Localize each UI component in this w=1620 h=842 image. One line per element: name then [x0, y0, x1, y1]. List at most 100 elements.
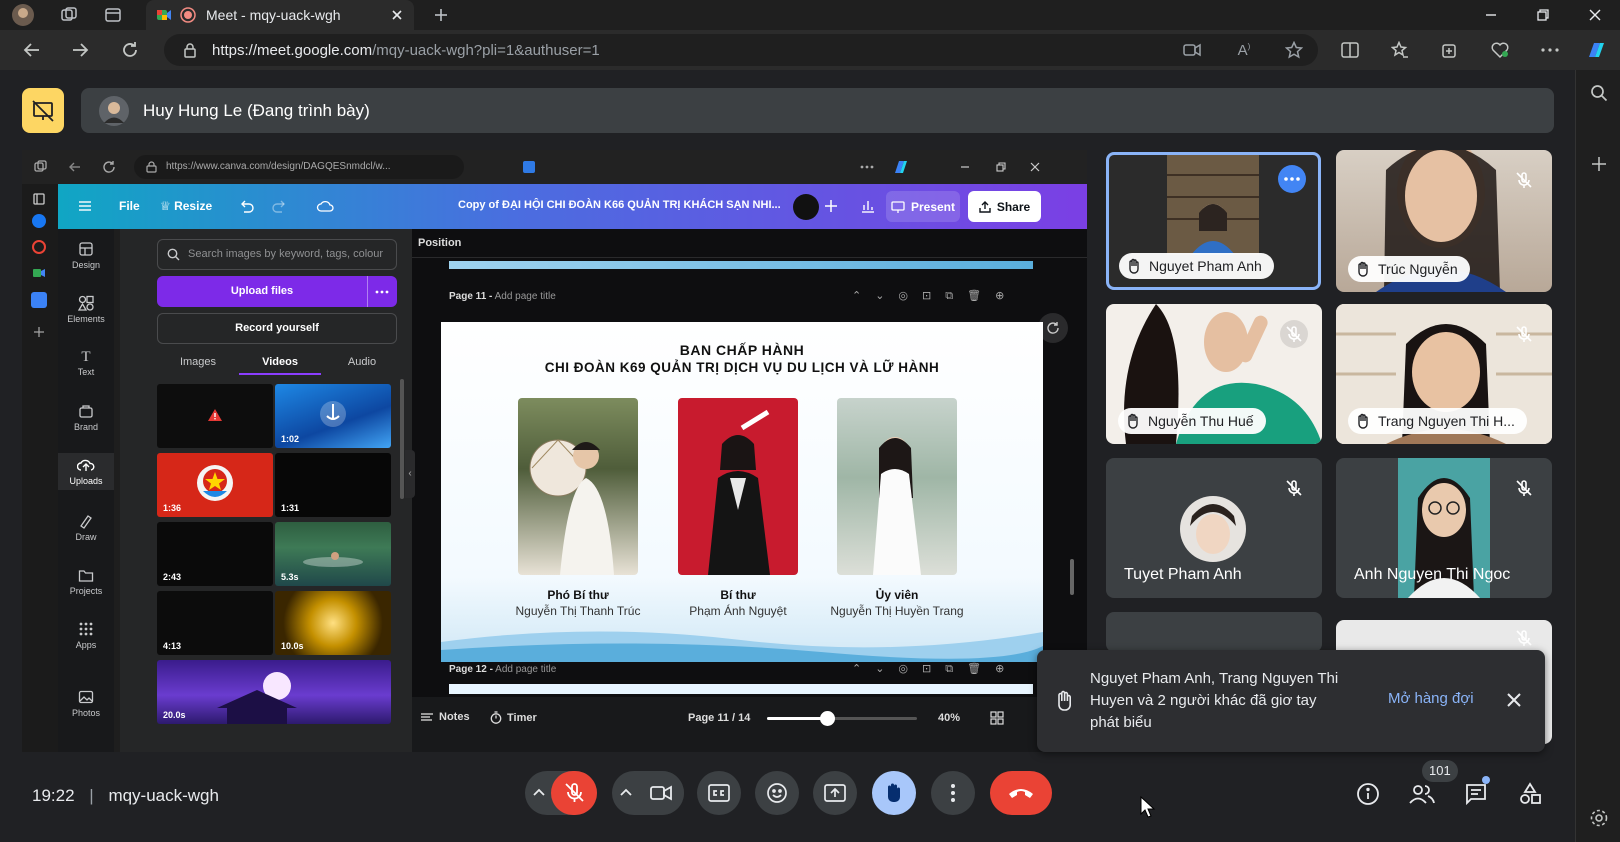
raised-hand-icon: [1358, 413, 1368, 429]
favorite-star-icon[interactable]: [1280, 36, 1308, 64]
raise-hand-button[interactable]: [872, 771, 916, 815]
video-thumb-warning: [157, 384, 273, 448]
slide-page-11: BAN CHẤP HÀNH CHI ĐOÀN K69 QUẢN TRỊ DỊCH…: [441, 322, 1043, 662]
browser-essentials-icon[interactable]: [1486, 36, 1514, 64]
add-sidebar-app-icon[interactable]: [1591, 156, 1607, 172]
back-icon[interactable]: [18, 36, 46, 64]
canva-uploads-label: Uploads: [69, 476, 103, 486]
canva-tab-audio-label: Audio: [347, 356, 377, 368]
canva-tab-audio: Audio: [321, 349, 403, 375]
canva-tab-images: Images: [157, 349, 239, 375]
canva-share-label: Share: [996, 199, 1031, 214]
people-button[interactable]: [1408, 780, 1436, 808]
mouse-cursor: [1140, 796, 1156, 818]
page12-header: Page 12 - Add page title: [449, 664, 556, 675]
url-field[interactable]: https://meet.google.com/mqy-uack-wgh?pli…: [164, 34, 1318, 66]
slide-title-line1: BAN CHẤP HÀNH: [679, 342, 805, 358]
meeting-details-button[interactable]: [1354, 780, 1382, 808]
panel-collapse-handle: ‹: [405, 450, 415, 498]
shared-meet-icon: [33, 269, 45, 277]
activities-button[interactable]: [1516, 780, 1544, 808]
close-tab-icon[interactable]: [390, 8, 404, 22]
video-thumb-water: 1:02: [275, 384, 391, 448]
reload-icon[interactable]: [116, 36, 144, 64]
close-notification-icon[interactable]: [1506, 692, 1522, 708]
canva-tool-draw: Draw: [58, 513, 114, 542]
participant-name: Nguyễn Thu Huế: [1148, 413, 1254, 429]
page12-strip: [449, 684, 1033, 694]
canva-zoom-value: 40%: [938, 712, 961, 724]
water-splash-shape: [320, 401, 346, 427]
tab-actions-icon[interactable]: [100, 2, 126, 28]
canva-tool-projects: Projects: [58, 567, 114, 596]
leave-call-button[interactable]: [990, 771, 1052, 815]
participant-tile-trang[interactable]: Trang Nguyen Thi H...: [1336, 304, 1552, 444]
search-icon[interactable]: [1590, 84, 1608, 102]
shared-workspaces-icon: [34, 160, 47, 172]
canva-tool-text: T Text: [58, 349, 114, 377]
camera-permission-icon[interactable]: [1178, 36, 1206, 64]
zoom-slider-thumb: [820, 711, 835, 726]
camera-toggle-button[interactable]: [638, 771, 684, 815]
member-portrait-3: [873, 437, 921, 575]
canva-projects-icon: [78, 570, 94, 582]
participant-tile-nguyet[interactable]: Nguyet Pham Anh: [1106, 152, 1321, 290]
close-window-icon[interactable]: [1582, 2, 1608, 28]
meeting-time: 19:22: [32, 786, 75, 805]
minimize-icon[interactable]: [1478, 2, 1504, 28]
shared-lock-icon: [146, 161, 157, 173]
new-tab-icon[interactable]: [428, 2, 454, 28]
participant-tile-truc[interactable]: Trúc Nguyễn: [1336, 150, 1552, 292]
lock-icon[interactable]: [182, 42, 198, 58]
profile-avatar-icon[interactable]: [10, 2, 36, 28]
mic-toggle-button[interactable]: [551, 771, 597, 815]
presentation-off-button[interactable]: [22, 88, 64, 133]
collections-icon[interactable]: [1436, 36, 1464, 64]
slide-title-line2: CHI ĐOÀN K69 QUẢN TRỊ DỊCH VỤ DU LỊCH VÀ…: [544, 360, 940, 375]
canva-draw-icon: [80, 515, 92, 529]
present-now-button[interactable]: [813, 771, 857, 815]
shared-add-icon: [34, 327, 44, 337]
reactions-button[interactable]: [755, 771, 799, 815]
member-portrait-1: [529, 439, 614, 575]
participant-tile-hue[interactable]: Nguyễn Thu Huế: [1106, 304, 1322, 444]
chat-button[interactable]: [1462, 780, 1490, 808]
captions-button[interactable]: [697, 771, 741, 815]
open-queue-link[interactable]: Mở hàng đợi: [1388, 690, 1474, 707]
canva-position-label: Position: [418, 237, 462, 249]
read-aloud-icon[interactable]: A): [1230, 36, 1258, 64]
restore-icon[interactable]: [1530, 2, 1556, 28]
participant-name: Trúc Nguyễn: [1378, 261, 1458, 277]
canva-tool-photos: Photos: [58, 689, 114, 718]
forward-icon[interactable]: [66, 36, 94, 64]
video-thumb-flag: 1:36: [157, 453, 273, 517]
canva-photos-icon: [78, 690, 94, 704]
audio-options-chevron-icon[interactable]: [533, 788, 545, 796]
zoom-slider-fill: [767, 717, 827, 720]
video-options-chevron-icon[interactable]: [620, 788, 632, 796]
warning-icon: [208, 409, 222, 421]
favorites-icon[interactable]: [1386, 36, 1414, 64]
participant-tile-partial-1[interactable]: [1106, 612, 1322, 652]
page11-actions: ⌃⌄◎⊡⧉🗑⊕: [852, 290, 1019, 302]
participant-tile-ngoc[interactable]: Anh Nguyen Thi Ngoc: [1336, 458, 1552, 598]
more-options-button[interactable]: [1278, 165, 1306, 193]
raise-hand-icon: [888, 783, 900, 802]
copilot-icon[interactable]: [1582, 36, 1610, 64]
participant-tile-tuyet[interactable]: Tuyet Pham Anh: [1106, 458, 1322, 598]
workspaces-icon[interactable]: [56, 2, 82, 28]
more-menu-icon[interactable]: [1536, 36, 1564, 64]
mic-off-indicator: [1280, 320, 1308, 348]
canva-design-label: Design: [71, 260, 100, 270]
split-screen-icon[interactable]: [1336, 36, 1364, 64]
canva-apps-label: Apps: [75, 640, 97, 650]
more-options-button[interactable]: [931, 771, 975, 815]
shared-back-icon: [69, 162, 80, 172]
settings-gear-icon[interactable]: [1589, 808, 1609, 828]
canva-add-collaborator-icon: [825, 200, 837, 212]
tab-meet[interactable]: Meet - mqy-uack-wgh: [146, 0, 414, 30]
activities-shapes-icon: [1520, 782, 1541, 804]
video-thumb-dark-1: 1:31: [275, 453, 391, 517]
canva-apps-icon: [79, 622, 93, 636]
page12-actions: ⌃⌄◎⊡⧉🗑⊕: [852, 663, 1019, 675]
